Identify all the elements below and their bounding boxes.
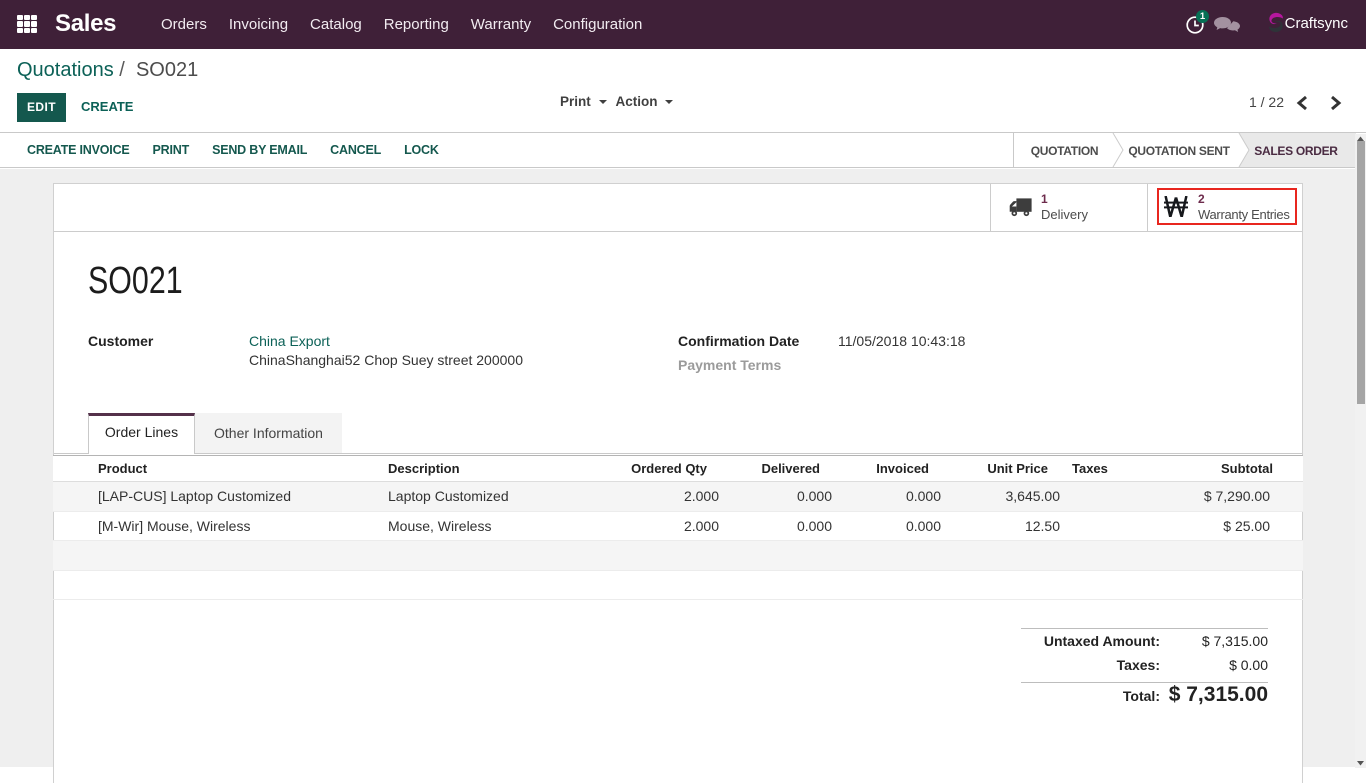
svg-text:QUOTATION SENT: QUOTATION SENT [1128, 144, 1230, 158]
svg-text:SALES ORDER: SALES ORDER [1254, 144, 1338, 158]
svg-text:QUOTATION: QUOTATION [1031, 144, 1099, 158]
